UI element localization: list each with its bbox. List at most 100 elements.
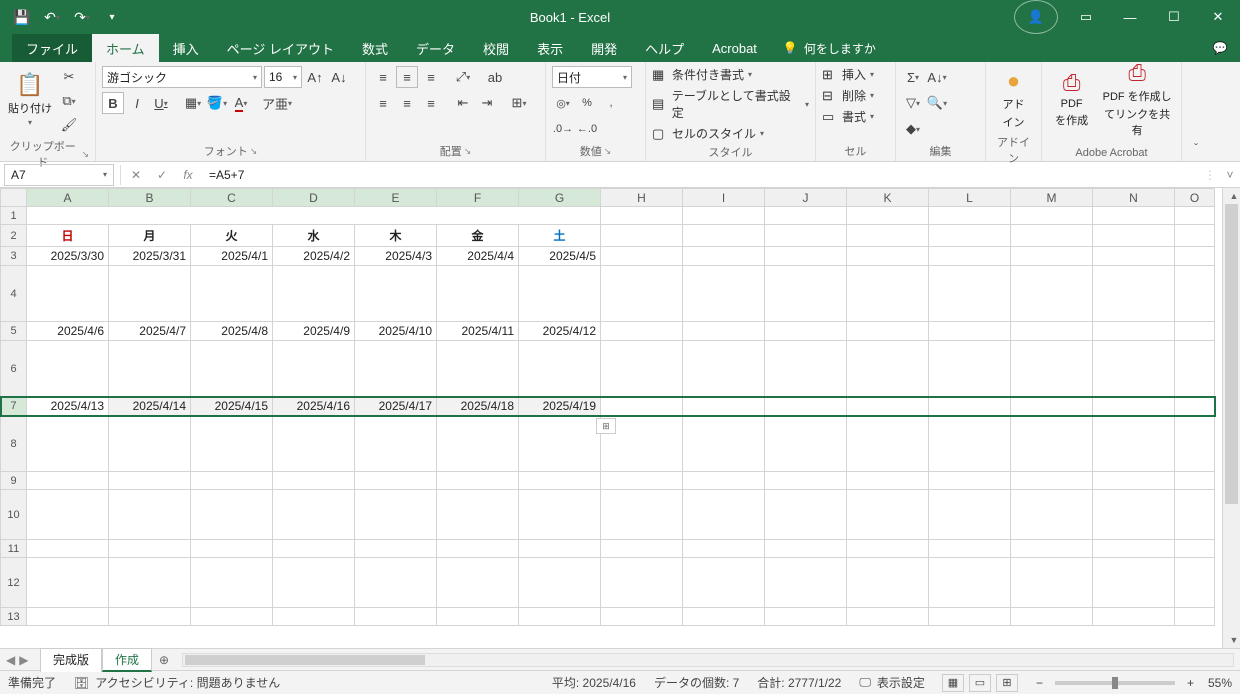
shrink-font-icon[interactable]: A↓ — [328, 66, 350, 88]
minimize-button[interactable]: — — [1108, 0, 1152, 34]
save-icon[interactable]: 💾 — [8, 3, 36, 31]
tab-file[interactable]: ファイル — [12, 34, 92, 62]
cell[interactable]: 2025/4/4 — [437, 247, 519, 266]
new-sheet-button[interactable]: ⊕ — [152, 653, 176, 667]
conditional-formatting-button[interactable]: ▦条件付き書式▾ — [652, 66, 809, 83]
decrease-indent-icon[interactable]: ⇤ — [452, 92, 474, 114]
dialog-launcher-icon[interactable]: ↘ — [464, 146, 472, 157]
copy-icon[interactable]: ⧉▾ — [58, 90, 80, 112]
col-header[interactable]: I — [683, 189, 765, 207]
col-header[interactable]: C — [191, 189, 273, 207]
cell[interactable]: 2025/4/15 — [191, 397, 273, 416]
tab-help[interactable]: ヘルプ — [631, 34, 698, 62]
col-header[interactable]: N — [1093, 189, 1175, 207]
col-header[interactable]: O — [1175, 189, 1215, 207]
tab-formulas[interactable]: 数式 — [348, 34, 402, 62]
row-header[interactable]: 4 — [1, 266, 27, 322]
align-middle-icon[interactable]: ≡ — [396, 66, 418, 88]
clear-icon[interactable]: ◆▾ — [902, 118, 924, 140]
cell[interactable]: 月 — [109, 225, 191, 247]
dialog-launcher-icon[interactable]: ↘ — [81, 149, 89, 160]
cell[interactable]: 2025/4/5 — [519, 247, 601, 266]
sort-filter-icon[interactable]: A↓▾ — [926, 66, 948, 88]
cell[interactable]: 2025/3/30 — [27, 247, 109, 266]
number-format-combo[interactable]: 日付▾ — [552, 66, 632, 88]
align-center-icon[interactable]: ≡ — [396, 92, 418, 114]
col-header[interactable]: F — [437, 189, 519, 207]
zoom-slider[interactable] — [1055, 681, 1175, 685]
row-header[interactable]: 3 — [1, 247, 27, 266]
cell[interactable]: 2025/4/10 — [355, 322, 437, 341]
border-button[interactable]: ▦▾ — [182, 92, 204, 114]
share-button[interactable]: 💬 — [1200, 34, 1240, 62]
row-header[interactable]: 7 — [1, 397, 27, 416]
align-bottom-icon[interactable]: ≡ — [420, 66, 442, 88]
maximize-button[interactable]: ☐ — [1152, 0, 1196, 34]
vertical-scrollbar[interactable]: ▲▼ — [1222, 188, 1240, 648]
cell[interactable]: 2025/4/18 — [437, 397, 519, 416]
cell[interactable]: 2025/4/2 — [273, 247, 355, 266]
row-header[interactable]: 1 — [1, 207, 27, 225]
delete-cells-button[interactable]: ⊟削除▾ — [822, 87, 874, 104]
cell[interactable]: 火 — [191, 225, 273, 247]
row-header[interactable]: 10 — [1, 490, 27, 540]
col-header[interactable]: B — [109, 189, 191, 207]
row-header[interactable]: 5 — [1, 322, 27, 341]
cell[interactable]: 2025/4/13 — [27, 397, 109, 416]
phonetic-button[interactable]: ア亜▾ — [262, 92, 292, 114]
cell[interactable]: 土 — [519, 225, 601, 247]
cell[interactable]: 2025/4/3 — [355, 247, 437, 266]
close-button[interactable]: ✕ — [1196, 0, 1240, 34]
col-header[interactable]: H — [601, 189, 683, 207]
col-header[interactable]: L — [929, 189, 1011, 207]
find-select-icon[interactable]: 🔍▾ — [926, 92, 948, 114]
zoom-in-button[interactable]: + — [1187, 676, 1194, 690]
increase-decimal-icon[interactable]: .0→ — [552, 118, 574, 140]
cancel-icon[interactable]: ✕ — [123, 168, 149, 182]
horizontal-scrollbar[interactable] — [182, 653, 1234, 667]
create-pdf-button[interactable]: ⎙PDFを作成 — [1048, 66, 1095, 132]
col-header[interactable]: G — [519, 189, 601, 207]
redo-icon[interactable]: ↷▾ — [68, 3, 96, 31]
col-header[interactable]: D — [273, 189, 355, 207]
row-header[interactable]: 12 — [1, 558, 27, 608]
cell[interactable]: 木 — [355, 225, 437, 247]
cut-icon[interactable]: ✂ — [58, 66, 80, 88]
font-color-button[interactable]: A▾ — [230, 92, 252, 114]
col-header[interactable]: J — [765, 189, 847, 207]
expand-formula-bar-icon[interactable]: ˅ — [1220, 168, 1240, 182]
orientation-icon[interactable]: ⤢▾ — [452, 66, 474, 88]
tab-review[interactable]: 校閲 — [469, 34, 523, 62]
autofill-options-icon[interactable]: ⊞ — [596, 418, 616, 434]
autosum-icon[interactable]: Σ▾ — [902, 66, 924, 88]
cell[interactable]: 2025/4/16 — [273, 397, 355, 416]
tab-view[interactable]: 表示 — [523, 34, 577, 62]
increase-indent-icon[interactable]: ⇥ — [476, 92, 498, 114]
cell[interactable]: 水 — [273, 225, 355, 247]
tab-data[interactable]: データ — [402, 34, 469, 62]
decrease-decimal-icon[interactable]: ←.0 — [576, 118, 598, 140]
font-name-combo[interactable]: 游ゴシック▾ — [102, 66, 262, 88]
fx-icon[interactable]: fx — [175, 168, 201, 182]
zoom-out-button[interactable]: − — [1036, 676, 1043, 690]
row-header[interactable]: 9 — [1, 472, 27, 490]
format-cells-button[interactable]: ▭書式▾ — [822, 108, 874, 125]
create-share-pdf-button[interactable]: ⎙PDF を作成してリンクを共有 — [1099, 66, 1175, 132]
tab-developer[interactable]: 開発 — [577, 34, 631, 62]
sheet-tab[interactable]: 作成 — [102, 648, 152, 672]
sheet-nav[interactable]: ◀▶ — [0, 653, 40, 667]
row-header[interactable]: 11 — [1, 540, 27, 558]
align-top-icon[interactable]: ≡ — [372, 66, 394, 88]
prev-sheet-icon[interactable]: ◀ — [6, 653, 15, 667]
cell[interactable]: 2025/4/12 — [519, 322, 601, 341]
cell[interactable]: 2025/4/7 — [109, 322, 191, 341]
fill-icon[interactable]: ▽▾ — [902, 92, 924, 114]
accounting-button[interactable]: ◎▾ — [552, 92, 574, 114]
format-as-table-button[interactable]: ▤テーブルとして書式設定▾ — [652, 87, 809, 121]
row-header[interactable]: 6 — [1, 341, 27, 397]
tab-insert[interactable]: 挿入 — [159, 34, 213, 62]
col-header[interactable]: K — [847, 189, 929, 207]
tell-me[interactable]: 💡何をしますか — [771, 34, 888, 62]
sheet-tab[interactable]: 完成版 — [40, 648, 102, 672]
row-header[interactable]: 2 — [1, 225, 27, 247]
